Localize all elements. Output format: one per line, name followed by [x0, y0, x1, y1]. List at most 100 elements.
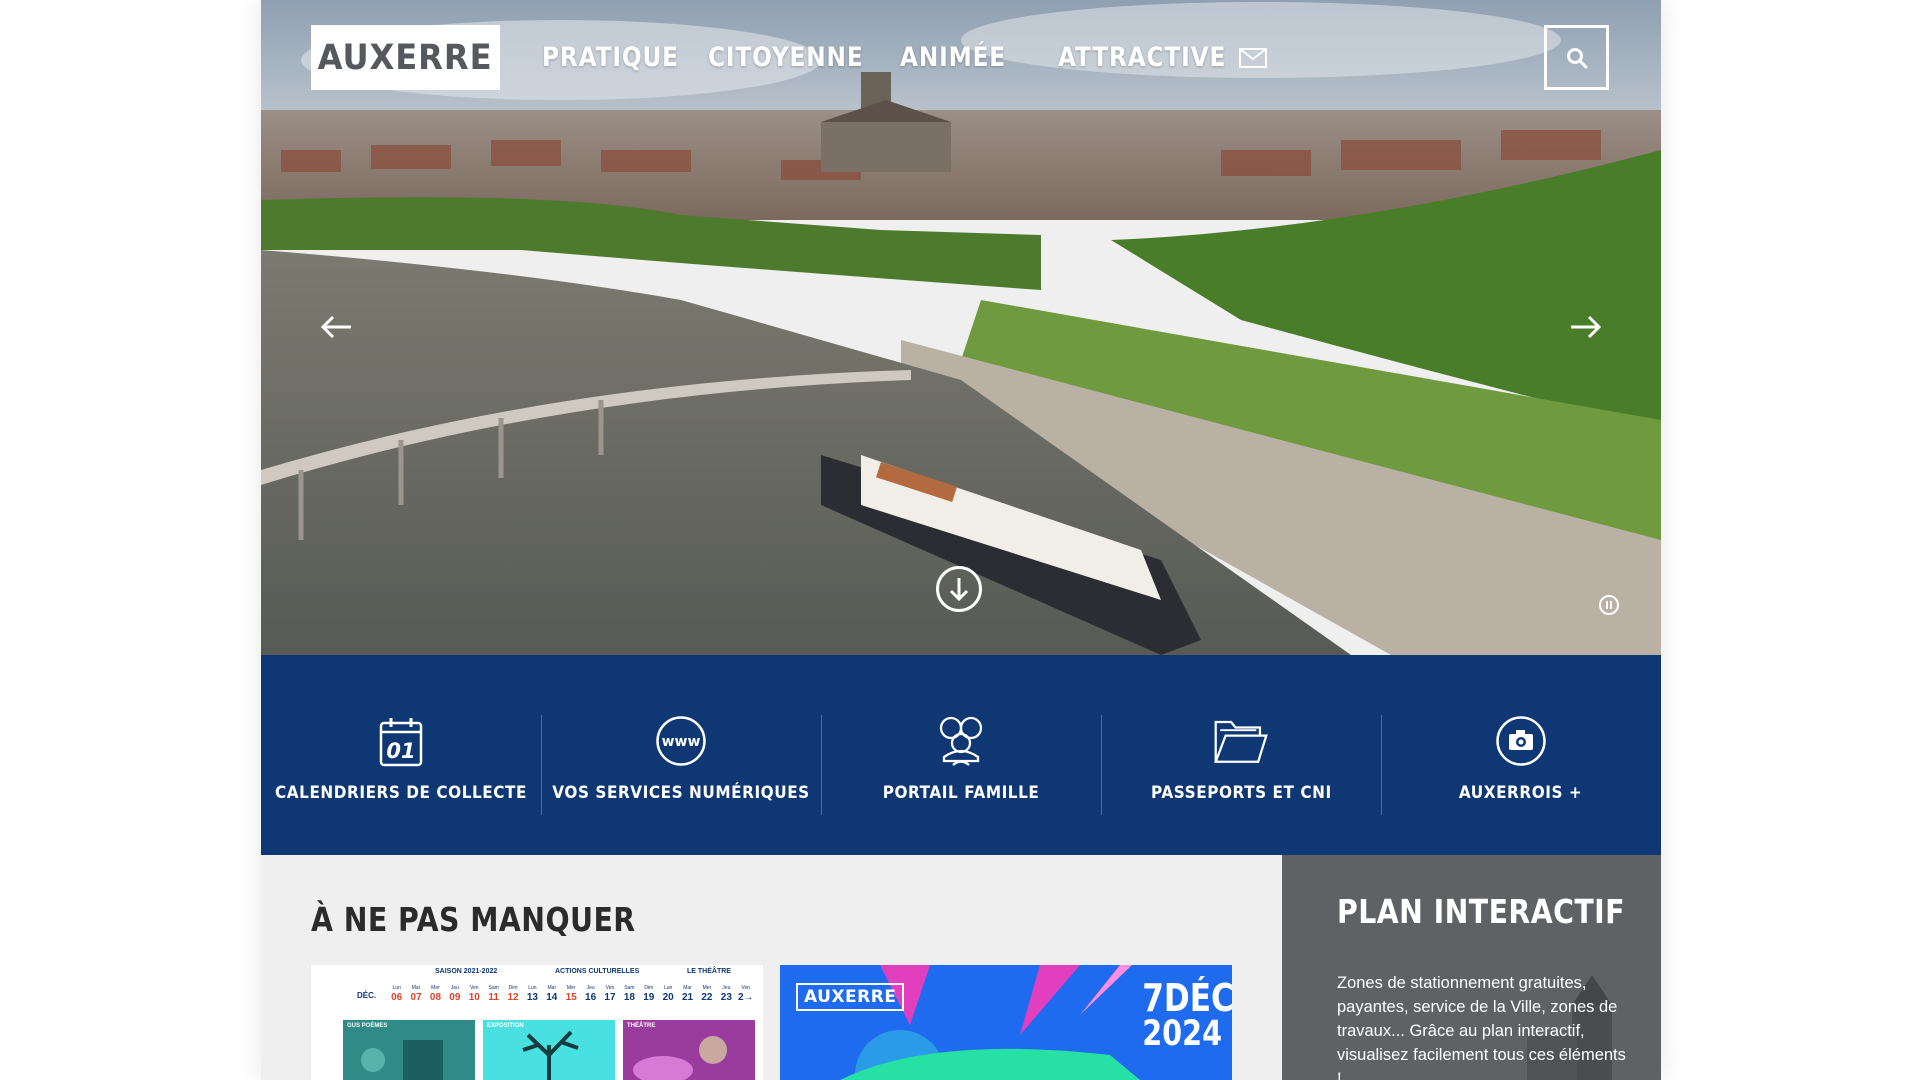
- calendar-day: Lun 20: [658, 985, 677, 1004]
- scroll-down-button[interactable]: [936, 566, 982, 612]
- folder-icon: [1213, 713, 1269, 769]
- calendar-day-number: 09: [449, 992, 461, 1003]
- calendar-day-number: 08: [429, 992, 442, 1003]
- calendar-day: Mar 21: [678, 985, 697, 1004]
- nav-animee[interactable]: ANIMÉE: [900, 42, 1005, 73]
- search-button[interactable]: [1544, 25, 1609, 90]
- hero-slider: AUXERRE PRATIQUE CITOYENNE ANIMÉE ATTRAC…: [261, 0, 1661, 655]
- quick-link-passeports[interactable]: PASSEPORTS ET CNI: [1101, 655, 1381, 855]
- calendar-day-number: 23: [720, 992, 732, 1003]
- calendar-day: Mer 08: [426, 985, 445, 1004]
- calendar-day: Mar 14: [542, 985, 561, 1004]
- calendar-day: Dim 12: [503, 985, 522, 1004]
- calendar-day: Jeu 23: [717, 985, 736, 1004]
- main-nav: PRATIQUE CITOYENNE ANIMÉE ATTRACTIVE: [542, 38, 1256, 76]
- card-header: SAISON 2021-2022 ACTIONS CULTURELLES LE …: [435, 968, 731, 975]
- calendar-day-number: 10: [468, 992, 480, 1003]
- site-logo[interactable]: AUXERRE: [311, 25, 500, 90]
- quick-link-services-numeriques[interactable]: www VOS SERVICES NUMÉRIQUES: [541, 655, 821, 855]
- nav-pratique[interactable]: PRATIQUE: [542, 42, 678, 73]
- arrow-left-icon: [320, 315, 351, 339]
- calendar-day-name: Sam: [488, 985, 499, 991]
- arrow-right-icon: [1571, 315, 1602, 339]
- quick-link-label: AUXERROIS +: [1459, 783, 1583, 803]
- event-logo: AUXERRE: [796, 983, 905, 1011]
- slider-pause-button[interactable]: [1599, 595, 1619, 615]
- card-day-strip: Lun 06 Mar 07 Mer 08 Jeu 09 Ven 10 Sam 11 Dim 12 Lun 13…: [387, 985, 755, 1004]
- hero-photo: [261, 0, 1661, 655]
- highlights-title: À NE PAS MANQUER: [311, 900, 636, 939]
- calendar-day-name: Jeu: [722, 985, 731, 991]
- quick-link-portail-famille[interactable]: PORTAIL FAMILLE: [821, 655, 1101, 855]
- calendar-day-number: 15: [565, 992, 577, 1003]
- calendar-day-name: Mar: [683, 985, 692, 991]
- highlight-card-culture[interactable]: SAISON 2021-2022 ACTIONS CULTURELLES LE …: [311, 965, 763, 1080]
- calendar-day-number: 06: [391, 992, 403, 1003]
- nav-attractive[interactable]: ATTRACTIVE: [1058, 42, 1225, 73]
- calendar-day-number: 13: [526, 992, 538, 1003]
- quick-link-label: CALENDRIERS DE COLLECTE: [274, 783, 528, 803]
- page: AUXERRE PRATIQUE CITOYENNE ANIMÉE ATTRAC…: [261, 0, 1661, 1080]
- nav-citoyenne[interactable]: CITOYENNE: [708, 42, 863, 73]
- calendar-day-number: 16: [585, 992, 597, 1003]
- calendar-day-name: Dim: [644, 985, 654, 991]
- calendar-day-name: Sam: [624, 985, 635, 991]
- calendar-day-number: 07: [410, 992, 422, 1003]
- calendar-icon: 01: [373, 713, 429, 769]
- search-icon: [1566, 47, 1587, 68]
- quick-link-label: PASSEPORTS ET CNI: [1150, 783, 1332, 803]
- event-date: 7DÉC 2024: [1142, 976, 1232, 1054]
- calendar-day-name: Jeu: [450, 985, 459, 991]
- calendar-day: Sam 18: [620, 985, 639, 1004]
- quick-link-auxerrois-plus[interactable]: AUXERROIS +: [1381, 655, 1661, 855]
- calendar-day-number: 17: [604, 992, 616, 1003]
- slider-next-button[interactable]: [1567, 310, 1605, 344]
- pause-icon: [1606, 601, 1612, 609]
- calendar-day-number: 19: [643, 992, 655, 1003]
- calendar-day: Mar 07: [406, 985, 425, 1004]
- calendar-day: Lun 06: [387, 985, 406, 1004]
- highlight-card-event[interactable]: AUXERRE 7DÉC 2024: [780, 965, 1232, 1080]
- calendar-day-name: Ven: [741, 985, 751, 991]
- calendar-day-name: Mer: [702, 985, 712, 991]
- calendar-day-number: 21: [681, 992, 694, 1003]
- calendar-day-number: 22: [701, 992, 713, 1003]
- arrow-down-circle-icon: [949, 578, 969, 602]
- family-icon: [933, 713, 989, 769]
- calendar-day-number: 18: [623, 992, 635, 1003]
- www-globe-icon: www: [653, 713, 709, 769]
- calendar-day-name: Jeu: [586, 985, 595, 991]
- quick-link-label: PORTAIL FAMILLE: [882, 783, 1040, 803]
- calendar-day: Jeu 09: [445, 985, 464, 1004]
- card-thumb: EXPOSITION: [483, 1020, 615, 1080]
- quick-link-calendriers[interactable]: 01 CALENDRIERS DE COLLECTE: [261, 655, 541, 855]
- calendar-day: Mer 15: [562, 985, 581, 1004]
- calendar-day-name: Lun: [392, 985, 401, 991]
- site-logo-text: AUXERRE: [318, 37, 493, 78]
- calendar-day: Ven 2→: [736, 985, 755, 1004]
- calendar-day-name: Dim: [508, 985, 518, 991]
- slider-prev-button[interactable]: [317, 310, 355, 344]
- card-thumb: THÉÂTRE: [623, 1020, 755, 1080]
- svg-text:01: 01: [386, 739, 415, 763]
- quick-links-bar: 01 CALENDRIERS DE COLLECTE www VOS SERVI…: [261, 655, 1661, 855]
- svg-text:www: www: [662, 734, 701, 750]
- quick-link-label: VOS SERVICES NUMÉRIQUES: [552, 783, 810, 803]
- calendar-day-name: Mer: [431, 985, 440, 991]
- calendar-day-name: Ven: [605, 985, 615, 991]
- interactive-map-panel[interactable]: PLAN INTERACTIF Zones de stationnement g…: [1282, 855, 1661, 1080]
- calendar-day-name: Mar: [547, 985, 557, 991]
- calendar-day-number: 20: [662, 992, 674, 1003]
- card-thumb: GUS POÈMES: [343, 1020, 475, 1080]
- calendar-day: Sam 11: [484, 985, 503, 1004]
- calendar-day: Dim 19: [639, 985, 658, 1004]
- calendar-day-name: Ven: [469, 985, 479, 991]
- calendar-day: Mer 22: [697, 985, 716, 1004]
- camera-icon: [1493, 713, 1549, 769]
- plan-description: Zones de stationnement gratuites, payant…: [1337, 974, 1626, 1080]
- envelope-icon[interactable]: [1239, 48, 1267, 68]
- highlights-section: À NE PAS MANQUER SAISON 2021-2022 ACTION…: [261, 855, 1282, 1080]
- calendar-day: Ven 17: [600, 985, 619, 1004]
- calendar-day-name: Mar: [411, 985, 421, 991]
- calendar-day-number: 14: [546, 992, 558, 1003]
